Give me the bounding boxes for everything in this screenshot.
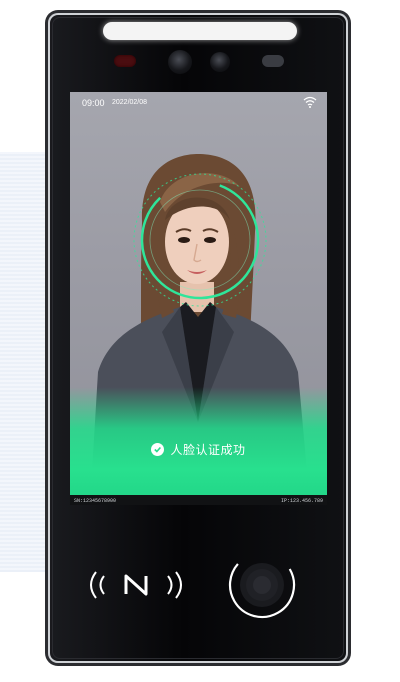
- face-scan-ring: [133, 173, 267, 307]
- serial-number: SN:12345678900: [74, 498, 117, 504]
- secondary-camera: [210, 52, 230, 72]
- light-sensor: [262, 55, 284, 67]
- fill-light-bar: [103, 22, 297, 40]
- wifi-icon: [303, 96, 317, 108]
- status-time: 09:00: [82, 98, 105, 108]
- screen-footer: SN:12345678900 IP:123.456.789: [70, 495, 327, 505]
- nfc-icon: [90, 571, 182, 599]
- ip-address: IP:123.456.789: [280, 498, 323, 504]
- check-circle-icon: [151, 443, 165, 456]
- recognition-message: 人脸认证成功: [170, 443, 246, 457]
- display-screen: 09:00 2022/02/08 人脸认证成功 SN:12345678900 I…: [70, 92, 327, 505]
- ir-indicator-led: [114, 55, 136, 67]
- fingerprint-sensor-icon[interactable]: [227, 550, 297, 620]
- recognition-result: 人脸认证成功: [70, 441, 327, 458]
- status-date: 2022/02/08: [112, 99, 148, 106]
- primary-camera: [168, 50, 192, 74]
